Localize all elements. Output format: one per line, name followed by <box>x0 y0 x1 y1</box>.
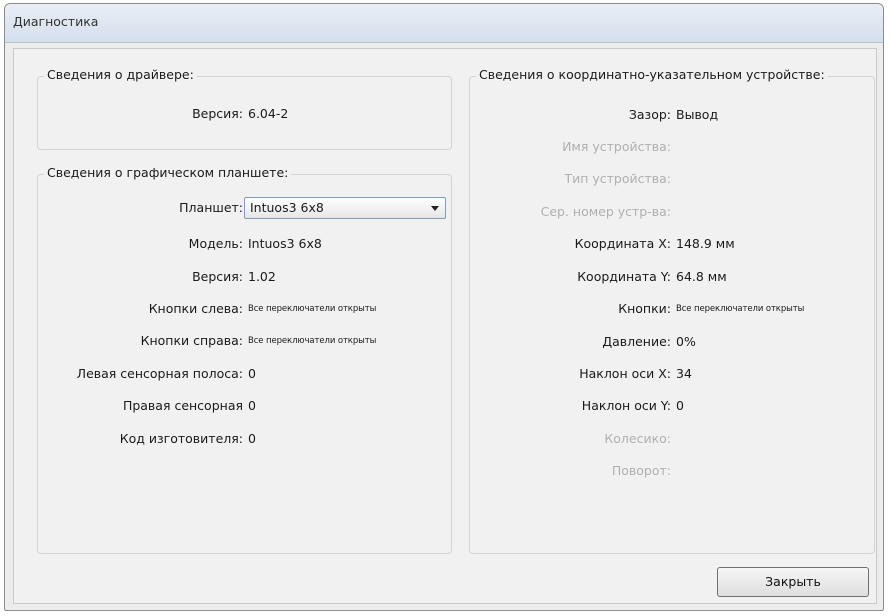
tilt-x-value: 34 <box>676 366 692 381</box>
manufacturer-value: 0 <box>248 431 256 446</box>
manufacturer-label: Код изготовителя: <box>119 431 243 446</box>
driver-version-value: 6.04-2 <box>248 106 289 121</box>
tablet-info-heading: Сведения о графическом планшете: <box>44 165 292 180</box>
wheel-label: Колесико: <box>604 431 671 446</box>
left-strip-value: 0 <box>248 366 256 381</box>
coord-x-label: Координата X: <box>574 236 671 251</box>
device-name-label: Имя устройства: <box>562 139 671 154</box>
device-type-label: Тип устройства: <box>564 171 671 186</box>
right-buttons-label: Кнопки справа: <box>140 333 243 348</box>
coord-y-value: 64.8 мм <box>676 269 727 284</box>
coord-x-value: 148.9 мм <box>676 236 735 251</box>
model-label: Модель: <box>188 236 243 251</box>
rotation-label: Поворот: <box>611 463 671 478</box>
tablet-info-group: Сведения о графическом планшете: Планшет… <box>37 165 452 554</box>
coord-y-label: Координата Y: <box>577 269 671 284</box>
right-strip-label: Правая сенсорная <box>122 398 243 413</box>
gap-label: Зазор: <box>628 107 671 122</box>
close-button[interactable]: Закрыть <box>717 567 869 597</box>
left-buttons-label: Кнопки слева: <box>148 301 243 316</box>
right-strip-value: 0 <box>248 398 256 413</box>
tilt-y-value: 0 <box>676 398 684 413</box>
tablet-select-label: Планшет: <box>179 200 243 215</box>
pressure-value: 0% <box>676 334 696 349</box>
dropdown-arrow-icon <box>431 206 439 211</box>
tablet-dropdown-value: Intuos3 6x8 <box>250 200 324 215</box>
tablet-version-value: 1.02 <box>248 269 276 284</box>
serial-label: Сер. номер устр-ва: <box>540 204 671 219</box>
gap-value: Вывод <box>676 107 719 122</box>
model-value: Intuos3 6x8 <box>248 236 322 251</box>
title-bar[interactable]: Диагностика <box>5 4 883 43</box>
tablet-version-label: Версия: <box>192 269 243 284</box>
driver-info-heading: Сведения о драйвере: <box>44 67 197 82</box>
window-title: Диагностика <box>13 14 99 29</box>
left-strip-label: Левая сенсорная полоса: <box>76 366 243 381</box>
diagnostics-window: Диагностика Сведения о драйвере: Версия:… <box>4 3 884 611</box>
pointer-info-heading: Сведения о координатно-указательном устр… <box>476 67 828 82</box>
pointer-buttons-value: Все переключатели открыты <box>676 304 805 314</box>
driver-version-label: Версия: <box>192 106 243 121</box>
pointer-info-group: Сведения о координатно-указательном устр… <box>469 67 875 554</box>
dialog-body: Сведения о драйвере: Версия: 6.04-2 Свед… <box>13 48 877 604</box>
tilt-x-label: Наклон оси X: <box>579 366 671 381</box>
pressure-label: Давление: <box>602 334 671 349</box>
right-buttons-value: Все переключатели открыты <box>248 336 377 346</box>
left-buttons-value: Все переключатели открыты <box>248 304 377 314</box>
tablet-dropdown[interactable]: Intuos3 6x8 <box>244 197 446 219</box>
tilt-y-label: Наклон оси Y: <box>581 398 671 413</box>
pointer-buttons-label: Кнопки: <box>618 301 671 316</box>
driver-info-group: Сведения о драйвере: Версия: 6.04-2 <box>37 67 452 150</box>
